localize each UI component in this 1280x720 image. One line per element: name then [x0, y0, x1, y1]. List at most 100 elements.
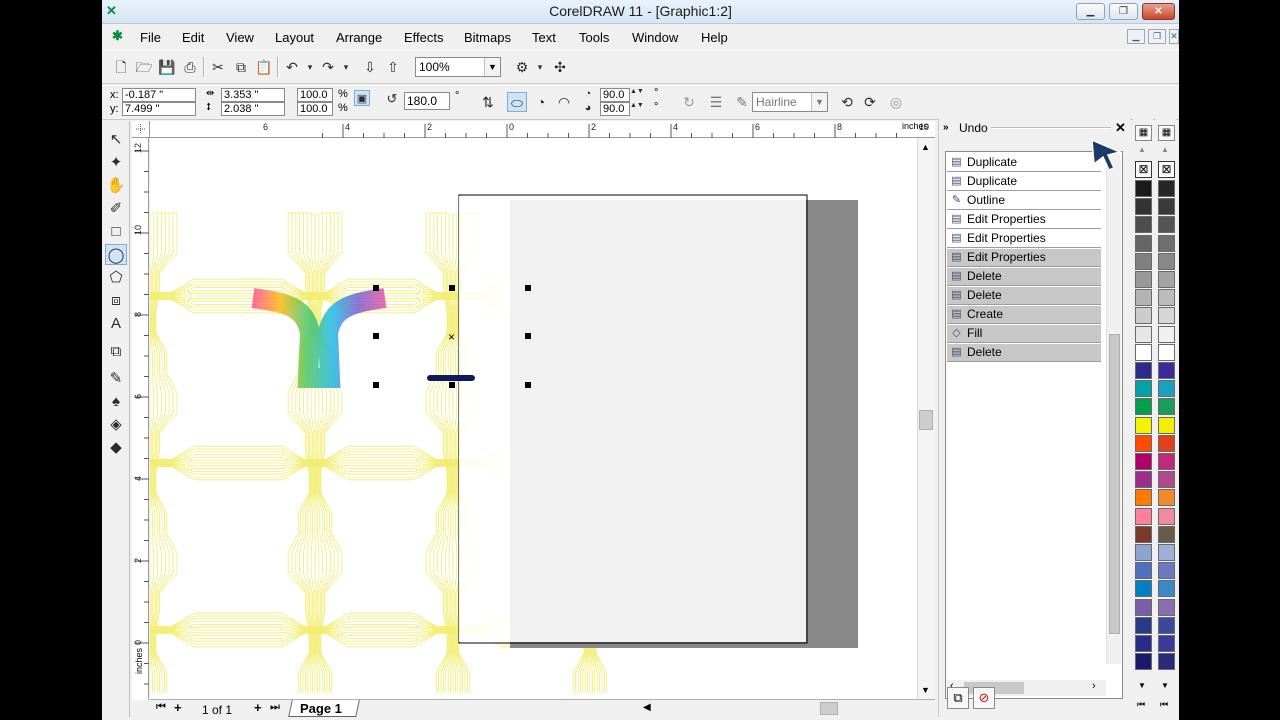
basic-shapes-tool-icon[interactable]: ⧈ [105, 290, 127, 311]
height-field[interactable]: 2.038 " [221, 102, 285, 116]
close-button[interactable]: ✕ [1142, 3, 1175, 20]
menu-layout[interactable]: Layout [275, 30, 314, 45]
color-swatch[interactable] [1135, 416, 1152, 434]
handle-mid-left[interactable] [373, 333, 379, 339]
color-swatch[interactable] [1135, 544, 1152, 561]
shape-tool-icon[interactable]: ✦ [105, 152, 127, 173]
color-swatch[interactable] [1158, 453, 1175, 470]
save-icon[interactable]: 💾 [157, 57, 177, 77]
color-swatch[interactable] [1135, 307, 1152, 325]
chevron-down-icon[interactable]: ▼ [484, 58, 500, 76]
color-swatch[interactable] [1135, 507, 1152, 525]
close-docker-icon[interactable]: ✕ [1115, 120, 1126, 136]
color-swatch[interactable] [1158, 635, 1175, 652]
cut-icon[interactable]: ✂ [208, 57, 228, 77]
mirror-icon[interactable]: ⇅ [478, 92, 498, 112]
color-swatch[interactable] [1158, 544, 1175, 561]
color-swatch[interactable] [1135, 453, 1152, 470]
color-swatch[interactable] [1135, 434, 1152, 452]
save-undo-list-icon[interactable]: ⧉ [947, 687, 969, 709]
doc-restore-button[interactable]: ❐ [1148, 29, 1166, 44]
wrap-text-icon[interactable]: ☰ [706, 92, 726, 112]
color-swatch[interactable] [1135, 616, 1152, 634]
undo-item[interactable]: ✎ Outline [947, 192, 1101, 210]
vertical-ruler[interactable]: 12 10 8 6 4 2 0 inches [132, 138, 149, 700]
ellipse-tool-icon[interactable]: ◯ [105, 244, 127, 265]
undo-item[interactable]: ▤ Delete [947, 344, 1101, 362]
palette-scroll-down-icon[interactable]: ▼ [1161, 681, 1169, 690]
minimize-button[interactable]: ▁ [1076, 3, 1105, 20]
scale-x-field[interactable]: 100.0 [297, 88, 333, 102]
color-swatch[interactable] [1158, 562, 1175, 580]
color-swatch[interactable] [1135, 289, 1152, 307]
menu-view[interactable]: View [226, 30, 254, 45]
x-position-field[interactable]: -0.187 " [122, 88, 196, 102]
palette-expand-icon[interactable]: ⏮ [1160, 699, 1168, 710]
handle-bottom-right[interactable] [525, 382, 531, 388]
color-swatch[interactable] [1158, 343, 1175, 361]
convert-outline-icon[interactable]: ⟳ [860, 92, 880, 112]
eyedropper-tool-icon[interactable]: ✎ [105, 368, 127, 389]
color-swatch[interactable] [1135, 489, 1152, 507]
color-swatch[interactable] [1158, 252, 1175, 270]
convert-to-curves-icon[interactable]: ⟲ [837, 92, 857, 112]
spinner-icon[interactable]: ▲▼ [630, 102, 644, 116]
undo-item[interactable]: ▤ Delete [947, 287, 1101, 305]
undo-scroll-thumb[interactable] [1109, 334, 1120, 634]
undo-item[interactable]: ▤ Duplicate [947, 173, 1101, 191]
open-icon[interactable]: 🗁 [134, 57, 154, 77]
export-icon[interactable]: ⇧ [383, 57, 403, 77]
color-swatch[interactable] [1158, 325, 1175, 343]
ellipse-object[interactable] [427, 375, 475, 381]
print-icon[interactable]: ⎙ [180, 57, 200, 77]
copy-icon[interactable]: ⧉ [231, 57, 251, 77]
arc-mode-icon[interactable]: ◠ [554, 92, 574, 112]
color-swatch[interactable] [1135, 562, 1152, 580]
color-swatch[interactable] [1158, 598, 1175, 616]
palette-expand-icon[interactable]: ⏮ [1137, 699, 1145, 710]
undo-icon[interactable]: ↶ [282, 57, 302, 77]
launcher-dropdown-icon[interactable]: ▾ [530, 57, 550, 77]
vertical-scrollbar[interactable]: ▲ ▼ [917, 138, 934, 700]
menu-bitmaps[interactable]: Bitmaps [464, 30, 511, 45]
scroll-up-icon[interactable]: ▲ [921, 142, 930, 152]
ruler-origin[interactable] [132, 121, 150, 138]
color-swatch[interactable] [1135, 635, 1152, 652]
add-page-before-icon[interactable]: + [174, 700, 182, 715]
pie-mode-icon[interactable]: ◔ [531, 92, 551, 112]
undo-item[interactable]: ◇ Fill [947, 325, 1101, 343]
handle-top-left[interactable] [373, 285, 379, 291]
vertical-scroll-thumb[interactable] [919, 410, 933, 430]
undo-item[interactable]: ▤ Create [947, 306, 1101, 324]
fill-tool-icon[interactable]: ◈ [105, 414, 127, 435]
color-swatch[interactable] [1158, 216, 1175, 234]
page-area[interactable] [459, 196, 806, 642]
color-swatch[interactable] [1135, 180, 1152, 197]
y-position-field[interactable]: 7.499 " [122, 102, 196, 116]
expand-docker-icon[interactable]: » [943, 122, 949, 133]
undo-item[interactable]: ▤ Edit Properties [947, 211, 1101, 229]
color-swatch[interactable] [1135, 198, 1152, 216]
document-icon[interactable]: ✱ [112, 29, 126, 43]
redo-dropdown-icon[interactable]: ▾ [336, 57, 356, 77]
menu-tools[interactable]: Tools [579, 30, 609, 45]
lock-ratio-icon[interactable]: ▣ [354, 90, 370, 106]
import-icon[interactable]: ⇩ [360, 57, 380, 77]
color-swatch[interactable] [1135, 325, 1152, 343]
menu-window[interactable]: Window [632, 30, 678, 45]
freehand-tool-icon[interactable]: ✐ [105, 198, 127, 219]
color-swatch[interactable] [1135, 398, 1152, 416]
maximize-button[interactable]: ❐ [1109, 3, 1138, 20]
color-swatch[interactable] [1158, 525, 1175, 543]
interactive-fill-tool-icon[interactable]: ◆ [105, 437, 127, 458]
handle-top-right[interactable] [525, 285, 531, 291]
color-swatch[interactable] [1158, 653, 1175, 671]
clear-undo-list-icon[interactable]: ⊘ [973, 687, 995, 709]
horizontal-ruler[interactable]: 6 4 2 0 2 4 6 8 10 inches [150, 121, 935, 138]
zoom-level-select[interactable]: 100% ▼ [415, 57, 501, 77]
color-swatch[interactable] [1135, 362, 1152, 379]
scale-y-field[interactable]: 100.0 [297, 102, 333, 116]
scroll-right-icon[interactable]: › [1092, 680, 1096, 692]
palette-scroll-up-icon[interactable]: ▲ [1161, 145, 1169, 154]
palette-scroll-down-icon[interactable]: ▼ [1138, 681, 1146, 690]
